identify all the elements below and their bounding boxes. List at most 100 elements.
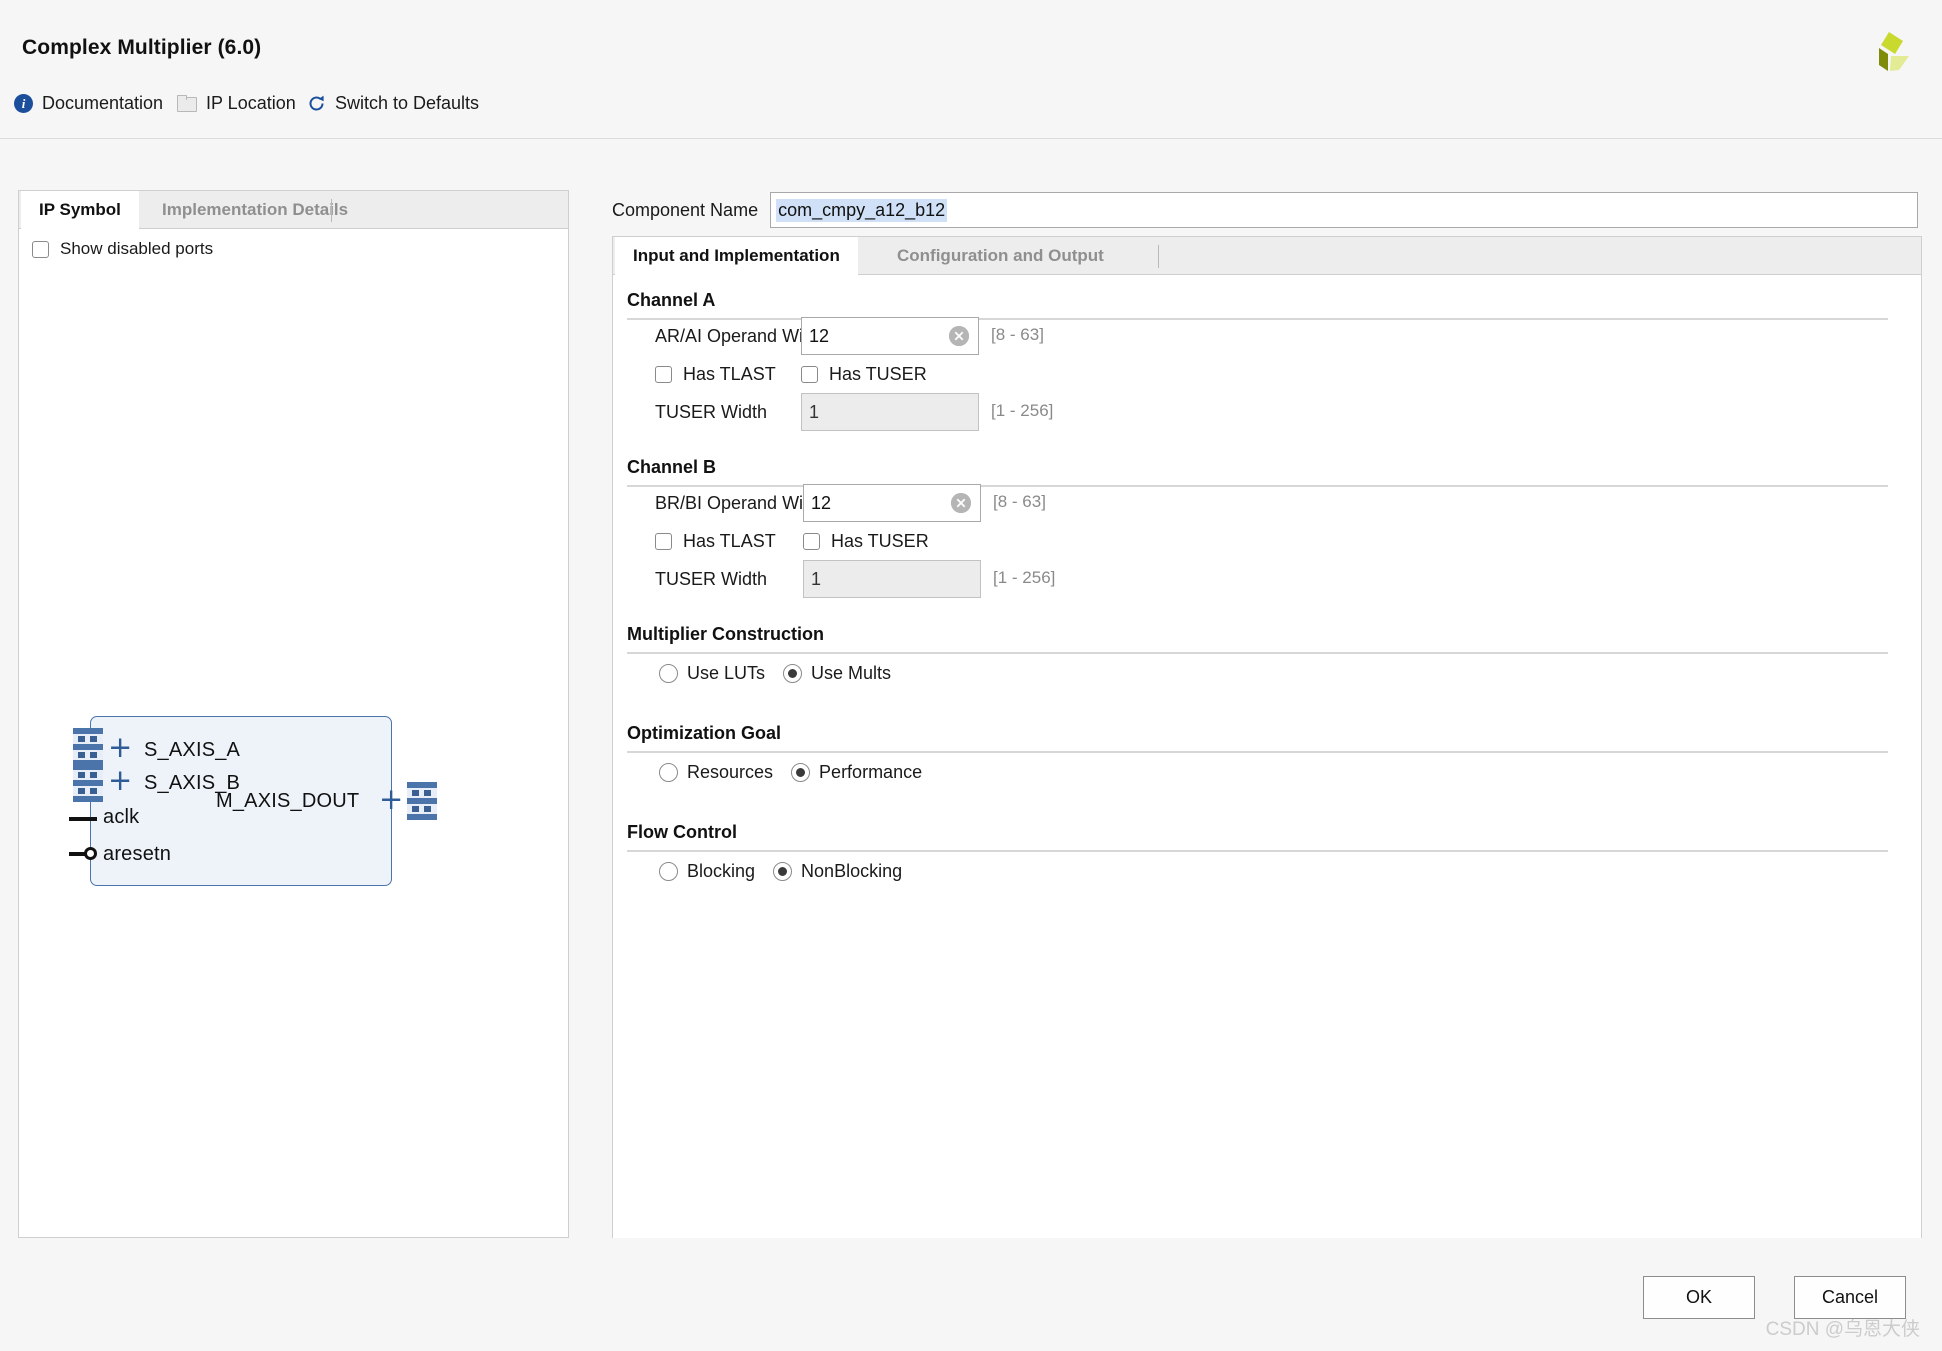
channel-b-tuser-width-range: [1 - 256] xyxy=(993,568,1056,587)
radio-performance-label: Performance xyxy=(819,762,923,782)
radio-use-luts-label: Use LUTs xyxy=(687,663,766,683)
tab-implementation-details-label: Implementation Details xyxy=(162,200,349,219)
section-rule-multiplier-construction xyxy=(627,652,1888,654)
radio-use-luts[interactable] xyxy=(659,664,678,683)
inverted-pin-bubble-icon-aresetn xyxy=(84,847,97,860)
toolbar-divider xyxy=(0,138,1942,139)
channel-a-tuser-width-label: TUSER Width xyxy=(655,402,768,422)
tab-configuration-and-output-label: Configuration and Output xyxy=(897,246,1104,265)
documentation-label: Documentation xyxy=(42,93,164,113)
ip-location-label: IP Location xyxy=(206,93,296,113)
cancel-button-label: Cancel xyxy=(1821,1287,1879,1307)
dialog-titlebar: Complex Multiplier (6.0) xyxy=(0,8,1942,71)
channel-a-tuser-width-value: 1 xyxy=(809,401,820,422)
radio-option-performance[interactable]: Performance xyxy=(791,762,922,783)
channel-b-has-tlast-row[interactable]: Has TLAST xyxy=(655,531,776,552)
radio-resources-label: Resources xyxy=(687,762,774,782)
dialog-toolbar: i Documentation IP Location Switch to De… xyxy=(0,88,1942,132)
component-name-row: Component Name com_cmpy_a12_b12 xyxy=(612,192,1919,228)
channel-b-has-tlast-label: Has TLAST xyxy=(683,531,776,551)
expand-plus-icon-s-axis-a[interactable]: + xyxy=(108,733,132,762)
channel-b-tuser-width-value: 1 xyxy=(811,568,822,589)
radio-option-resources[interactable]: Resources xyxy=(659,762,773,783)
channel-b-has-tlast-checkbox[interactable] xyxy=(655,533,672,550)
section-rule-optimization-goal xyxy=(627,751,1888,753)
section-title-multiplier-construction: Multiplier Construction xyxy=(627,624,824,644)
port-label-s-axis-a: S_AXIS_A xyxy=(144,739,241,761)
tab-configuration-and-output[interactable]: Configuration and Output xyxy=(879,237,1122,275)
tab-separator xyxy=(331,199,332,222)
radio-option-blocking[interactable]: Blocking xyxy=(659,861,755,882)
ok-button[interactable]: OK xyxy=(1643,1276,1755,1319)
expand-plus-icon-m-axis-dout[interactable]: + xyxy=(379,785,403,814)
channel-a-has-tlast-checkbox[interactable] xyxy=(655,366,672,383)
section-title-flow-control: Flow Control xyxy=(627,822,737,842)
br-bi-operand-width-range: [8 - 63] xyxy=(993,492,1046,511)
component-name-input[interactable]: com_cmpy_a12_b12 xyxy=(770,192,1919,228)
tab-implementation-details[interactable]: Implementation Details xyxy=(144,191,366,229)
radio-blocking[interactable] xyxy=(659,862,678,881)
port-label-aresetn: aresetn xyxy=(103,843,172,865)
radio-performance[interactable] xyxy=(791,763,811,782)
channel-b-has-tuser-row[interactable]: Has TUSER xyxy=(803,531,929,552)
optimization-goal-radio-group: Resources Performance xyxy=(659,762,940,783)
right-tabstrip: Input and Implementation Configuration a… xyxy=(613,237,1921,275)
port-label-aclk: aclk xyxy=(103,806,140,828)
component-name-label: Component Name xyxy=(612,199,759,220)
ar-ai-operand-width-input[interactable]: 12 xyxy=(801,317,979,355)
section-title-channel-a: Channel A xyxy=(627,290,716,310)
channel-a-has-tlast-row[interactable]: Has TLAST xyxy=(655,364,776,385)
ip-symbol-canvas: + S_AXIS_A + S_AXIS_B M_AXIS_DOUT + aclk… xyxy=(19,269,568,1237)
radio-option-nonblocking[interactable]: NonBlocking xyxy=(773,861,902,882)
clear-icon-br-bi-operand-width[interactable] xyxy=(951,493,971,513)
tab-separator-right xyxy=(1158,245,1159,268)
radio-nonblocking-label: NonBlocking xyxy=(801,861,903,881)
pin-icon-aclk xyxy=(69,817,97,821)
amd-xilinx-logo-icon xyxy=(1862,30,1914,80)
flow-control-radio-group: Blocking NonBlocking xyxy=(659,861,920,882)
documentation-link[interactable]: i Documentation xyxy=(14,88,163,118)
show-disabled-ports-checkbox[interactable] xyxy=(32,240,49,258)
channel-a-has-tlast-label: Has TLAST xyxy=(683,364,776,384)
radio-option-use-mults[interactable]: Use Mults xyxy=(783,663,891,684)
watermark: CSDN @乌恩大侠 xyxy=(1765,1319,1920,1340)
channel-b-has-tuser-checkbox[interactable] xyxy=(803,533,820,550)
pin-icon-aresetn xyxy=(69,852,85,856)
cancel-button[interactable]: Cancel xyxy=(1794,1276,1906,1319)
radio-nonblocking[interactable] xyxy=(773,862,793,881)
channel-b-tuser-width-input[interactable]: 1 xyxy=(803,560,981,598)
multiplier-construction-radio-group: Use LUTs Use Mults xyxy=(659,663,909,684)
ip-location-link[interactable]: IP Location xyxy=(177,88,296,118)
br-bi-operand-width-input[interactable]: 12 xyxy=(803,484,981,522)
left-tabstrip: IP Symbol Implementation Details xyxy=(19,191,568,229)
refresh-icon xyxy=(307,94,326,113)
channel-b-has-tuser-label: Has TUSER xyxy=(831,531,929,551)
show-disabled-ports-row[interactable]: Show disabled ports xyxy=(32,239,213,259)
channel-a-has-tuser-label: Has TUSER xyxy=(829,364,927,384)
channel-a-tuser-width-range: [1 - 256] xyxy=(991,401,1054,420)
br-bi-operand-width-value: 12 xyxy=(811,492,832,513)
folder-icon xyxy=(177,95,197,112)
section-rule-flow-control xyxy=(627,850,1888,852)
configuration-panel: Input and Implementation Configuration a… xyxy=(612,236,1922,1238)
radio-resources[interactable] xyxy=(659,763,678,782)
channel-a-tuser-width-input[interactable]: 1 xyxy=(801,393,979,431)
input-implementation-form: Channel A AR/AI Operand Width 12 [8 - 63… xyxy=(613,276,1921,1238)
ip-symbol-panel: IP Symbol Implementation Details Show di… xyxy=(18,190,569,1238)
ar-ai-operand-width-range: [8 - 63] xyxy=(991,325,1044,344)
expand-plus-icon-s-axis-b[interactable]: + xyxy=(108,766,132,795)
section-title-optimization-goal: Optimization Goal xyxy=(627,723,782,743)
clear-icon-ar-ai-operand-width[interactable] xyxy=(949,326,969,346)
ar-ai-operand-width-value: 12 xyxy=(809,325,830,346)
radio-use-mults[interactable] xyxy=(783,664,803,683)
tab-ip-symbol[interactable]: IP Symbol xyxy=(21,191,139,229)
radio-option-use-luts[interactable]: Use LUTs xyxy=(659,663,765,684)
section-title-channel-b: Channel B xyxy=(627,457,717,477)
component-name-value: com_cmpy_a12_b12 xyxy=(776,198,948,222)
channel-a-has-tuser-checkbox[interactable] xyxy=(801,366,818,383)
channel-a-has-tuser-row[interactable]: Has TUSER xyxy=(801,364,927,385)
switch-to-defaults-link[interactable]: Switch to Defaults xyxy=(307,88,479,118)
bus-port-icon-m-axis-dout xyxy=(407,782,437,824)
tab-input-and-implementation[interactable]: Input and Implementation xyxy=(615,237,858,275)
info-icon: i xyxy=(14,93,33,113)
